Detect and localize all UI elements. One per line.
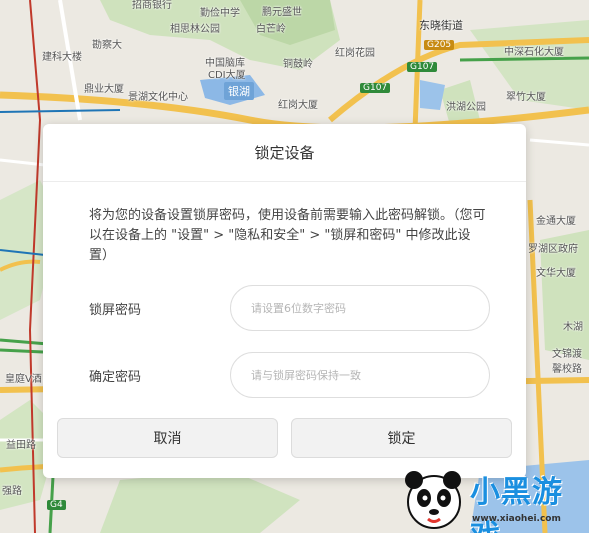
map-label: 建科大楼 [42, 52, 82, 63]
confirm-password-row: 确定密码 [89, 352, 491, 398]
map-label: 馨校路 [552, 364, 582, 375]
map-label-lake: 银湖 [224, 82, 254, 100]
map-label: 鹏元盛世 [262, 7, 302, 18]
map-label: 红岗大厦 [278, 100, 318, 111]
map-label: 文锦渡 [552, 349, 582, 360]
lock-password-label: 锁屏密码 [89, 302, 142, 318]
road-badge: G107 [407, 62, 438, 72]
map-label: 中深石化大厦 [504, 47, 564, 58]
map-label: 铜鼓岭 [283, 59, 313, 70]
map-label: 金通大厦 [536, 216, 576, 227]
confirm-password-label: 确定密码 [89, 369, 142, 385]
lock-device-dialog: 锁定设备 将为您的设备设置锁屏密码，使用设备前需要输入此密码解锁。（您可以在设备… [43, 124, 526, 478]
map-label: CDI大厦 [208, 70, 246, 81]
map-label: 勘察大 [92, 40, 122, 51]
dialog-title: 锁定设备 [254, 144, 315, 162]
dialog-description: 将为您的设备设置锁屏密码，使用设备前需要输入此密码解锁。（您可以在设备上的 "设… [89, 208, 486, 263]
lock-password-row: 锁屏密码 [89, 285, 491, 331]
map-label: 东晓街道 [419, 19, 463, 32]
map-label: 益田路 [6, 440, 36, 451]
map-label: 木湖 [563, 322, 583, 333]
map-label: 鼎业大厦 [84, 84, 124, 95]
map-label: 白芒岭 [256, 24, 286, 35]
map-label: 景湖文化中心 [128, 92, 188, 103]
map-label: 招商银行 [132, 0, 172, 11]
road-badge: G4 [47, 500, 66, 510]
lock-password-input[interactable] [230, 285, 490, 331]
road-badge: G205 [424, 40, 455, 50]
watermark-url: www.xiaohei.com [472, 514, 561, 524]
map-label: 翠竹大厦 [506, 92, 546, 103]
panda-logo-icon [405, 471, 461, 529]
road-badge: G107 [360, 83, 391, 93]
map-label: 红岗花园 [335, 48, 375, 59]
cancel-button[interactable]: 取消 [57, 418, 278, 458]
confirm-password-input[interactable] [230, 352, 490, 398]
map-label: 文华大厦 [536, 268, 576, 279]
lock-button[interactable]: 锁定 [291, 418, 512, 458]
dialog-buttons: 取消 锁定 [57, 418, 512, 458]
map-label: 洪湖公园 [446, 102, 486, 113]
map-label: 相思林公园 [170, 24, 220, 35]
watermark: 小黑游戏 www.xiaohei.com [398, 462, 588, 533]
dialog-header: 锁定设备 [43, 124, 526, 182]
map-label: 强路 [2, 486, 22, 497]
map-label: 罗湖区政府 [528, 244, 578, 255]
map-label: 勤俭中学 [200, 8, 240, 19]
map-label: 皇庭V酒 [5, 374, 42, 385]
